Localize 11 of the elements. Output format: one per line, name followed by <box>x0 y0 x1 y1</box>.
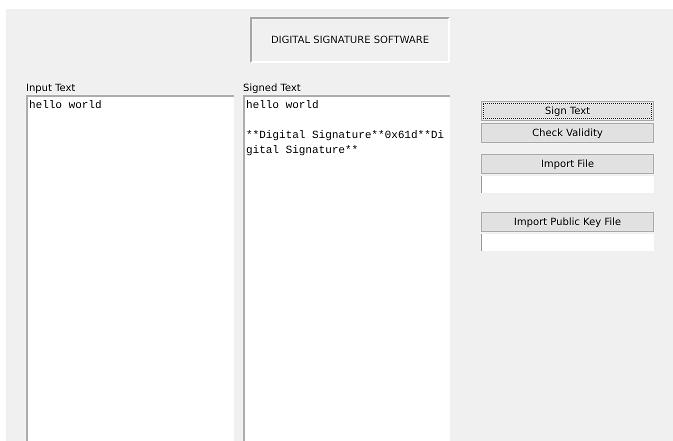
input-field[interactable] <box>481 234 654 251</box>
action-button[interactable]: Sign Text <box>481 101 654 121</box>
action-button[interactable]: Import File <box>481 154 654 174</box>
text-area[interactable]: hello world **Digital Signature**0x61d**Digital Signature** <box>243 95 450 441</box>
input-field[interactable] <box>481 176 654 193</box>
action-button[interactable]: Import Public Key File <box>481 212 654 232</box>
text-area[interactable]: hello world <box>26 95 234 441</box>
action-button[interactable]: Check Validity <box>481 123 654 143</box>
panel-label: Input Text <box>26 82 76 95</box>
window-title: DIGITAL SIGNATURE SOFTWARE <box>250 17 450 63</box>
panel-label: Signed Text <box>243 82 302 95</box>
